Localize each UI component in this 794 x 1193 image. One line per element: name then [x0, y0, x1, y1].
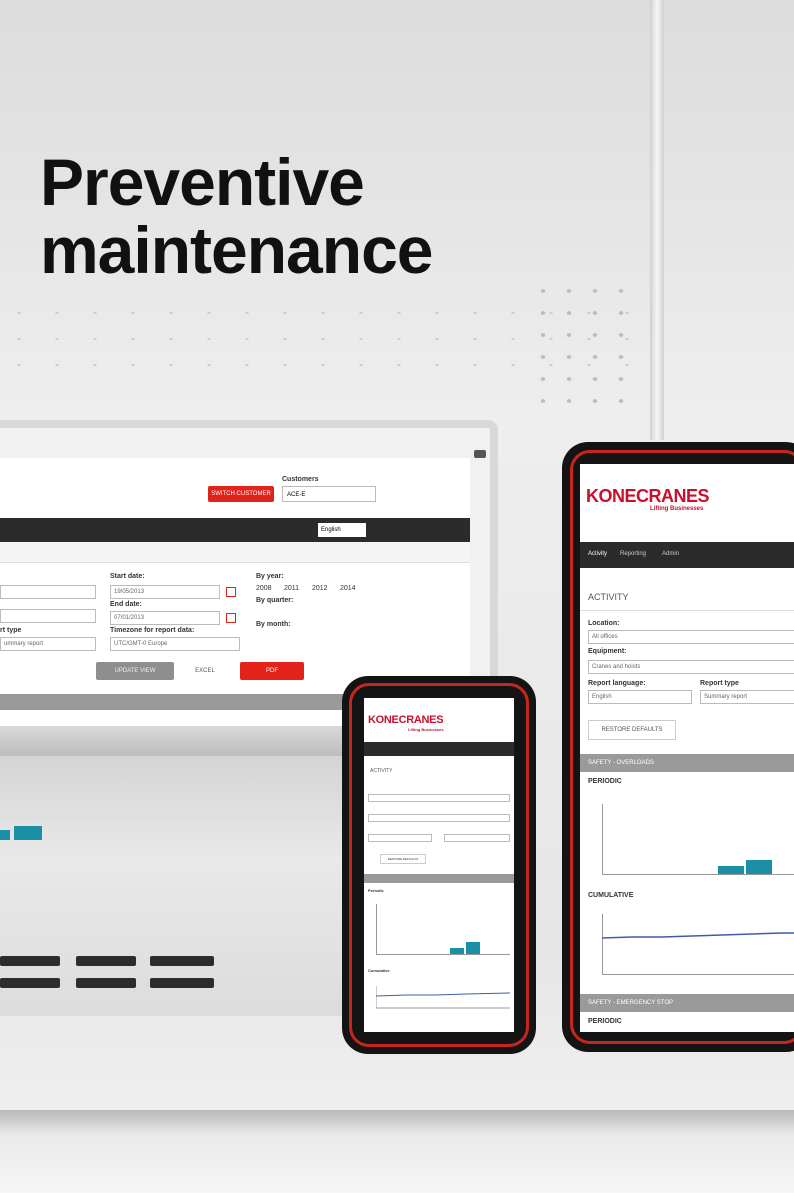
by-year-label: By year:: [256, 573, 284, 580]
end-date-field[interactable]: 07/01/2013: [110, 611, 220, 625]
restore-defaults-button[interactable]: RESTORE DEFAULTS: [588, 720, 676, 740]
by-month-label: By month:: [256, 621, 291, 628]
tab-activity[interactable]: Activity: [588, 551, 607, 557]
tablet-navbar: Activity Reporting Admin: [580, 542, 794, 568]
brand-tagline: Lifting Businesses: [650, 506, 704, 512]
report-language-field[interactable]: English: [588, 690, 692, 704]
tablet-screen: KONECRANES Lifting Businesses Activity R…: [580, 464, 794, 1032]
cumulative-line-chart: [602, 932, 794, 939]
brand-tagline: Lifting Businesses: [408, 727, 444, 732]
end-date-label: End date:: [110, 601, 142, 608]
chart-axis: [376, 954, 510, 955]
laptop-header: SWITCH CUSTOMER Customers ACE-E: [0, 458, 470, 518]
phone-periodic-label: Periodic: [368, 888, 384, 893]
periodic-label-2: PERIODIC: [588, 1018, 622, 1025]
floor: [0, 1110, 794, 1193]
report-type-field[interactable]: ummary report: [0, 637, 96, 651]
report-type-field[interactable]: Summary report: [700, 690, 794, 704]
timezone-field[interactable]: UTC/GMT-0 Europe: [110, 637, 240, 651]
equipment-field[interactable]: [368, 814, 510, 822]
headline-line-2: maintenance: [40, 213, 433, 287]
timezone-label: Timezone for report data:: [110, 627, 195, 634]
location-field[interactable]: [368, 794, 510, 802]
calendar-icon[interactable]: [226, 587, 236, 597]
keyboard-key: [150, 978, 214, 988]
language-select[interactable]: English: [318, 523, 366, 537]
headline: Preventive maintenance: [40, 145, 433, 287]
location-field[interactable]: All offices: [588, 630, 794, 644]
keyboard-key: [76, 956, 136, 966]
calendar-icon[interactable]: [226, 613, 236, 623]
chart-bar: [450, 948, 464, 954]
laptop-camera: [474, 450, 486, 458]
wall-seam: [650, 0, 664, 440]
year-2008[interactable]: 2008: [256, 585, 272, 592]
phone-activity-title: ACTIVITY: [370, 768, 393, 774]
location-label: Location:: [588, 620, 620, 627]
phone-section-header: [364, 874, 514, 883]
cumulative-label: CUMULATIVE: [588, 892, 634, 899]
keyboard-key: [150, 956, 214, 966]
laptop-chart-bar: [0, 830, 10, 840]
customer-select[interactable]: ACE-E: [282, 486, 376, 502]
restore-defaults-button[interactable]: RESTORE DEFAULTS: [380, 854, 426, 864]
start-date-field[interactable]: 19/05/2013: [110, 585, 220, 599]
konecranes-logo: KONECRANES: [586, 486, 710, 506]
safety-overloads-header: SAFETY - OVERLOADS: [580, 754, 794, 772]
report-language-label: Report language:: [588, 680, 646, 687]
by-quarter-label: By quarter:: [256, 597, 294, 604]
equipment-label: Equipment:: [588, 648, 627, 655]
start-date-label: Start date:: [110, 573, 145, 580]
photo-scene: Preventive maintenance SWITCH CUSTOMER C…: [0, 0, 794, 1193]
tablet-device: KONECRANES Lifting Businesses Activity R…: [562, 442, 794, 1052]
periodic-label: PERIODIC: [588, 778, 622, 785]
year-2011[interactable]: 2011: [284, 585, 299, 592]
report-type-field[interactable]: [444, 834, 510, 842]
tab-reporting[interactable]: Reporting: [620, 551, 646, 557]
laptop-section-bar: [0, 542, 470, 563]
customer-label: Customers: [282, 476, 319, 483]
chart-axis: [602, 974, 794, 975]
phone-cumulative-line-chart: [376, 986, 510, 1009]
keyboard-key: [0, 956, 60, 966]
keyboard-key: [0, 978, 60, 988]
activity-title: ACTIVITY: [588, 592, 629, 602]
laptop-chart-bar: [14, 826, 42, 840]
laptop-navbar: English: [0, 518, 470, 542]
chart-bar: [466, 942, 480, 954]
chart-bar: [746, 860, 772, 874]
pdf-button[interactable]: PDF: [240, 662, 304, 680]
chart-axis: [602, 874, 794, 875]
tab-admin[interactable]: Admin: [662, 551, 679, 557]
divider: [580, 610, 794, 611]
year-2014[interactable]: 2014: [340, 585, 356, 592]
chart-axis: [376, 904, 377, 954]
headline-line-1: Preventive: [40, 145, 365, 219]
chart-bar: [718, 866, 744, 874]
switch-customer-button[interactable]: SWITCH CUSTOMER: [208, 486, 274, 502]
chart-axis: [602, 804, 603, 874]
equipment-field[interactable]: Cranes and hoists: [588, 660, 794, 674]
update-view-button[interactable]: UPDATE VIEW: [96, 662, 174, 680]
phone-navbar: [364, 742, 514, 756]
location-field[interactable]: [0, 585, 96, 599]
phone-cumulative-label: Cumulative: [368, 968, 390, 973]
year-2012[interactable]: 2012: [312, 585, 328, 592]
chart-axis: [602, 914, 603, 974]
konecranes-logo: KONECRANES: [368, 714, 444, 726]
phone-device: KONECRANES Lifting Businesses ACTIVITY R…: [342, 676, 536, 1054]
keyboard-key: [76, 978, 136, 988]
equipment-field[interactable]: [0, 609, 96, 623]
emergency-stop-header: SAFETY - EMERGENCY STOP: [580, 994, 794, 1012]
laptop-report-form: rt type ummary report Start date: 19/05/…: [0, 563, 470, 663]
report-language-field[interactable]: [368, 834, 432, 842]
excel-button[interactable]: EXCEL: [180, 662, 230, 680]
phone-screen: KONECRANES Lifting Businesses ACTIVITY R…: [364, 698, 514, 1032]
background-dot-pattern-right: [530, 280, 640, 420]
report-type-label: rt type: [0, 627, 22, 634]
report-type-label: Report type: [700, 680, 739, 687]
